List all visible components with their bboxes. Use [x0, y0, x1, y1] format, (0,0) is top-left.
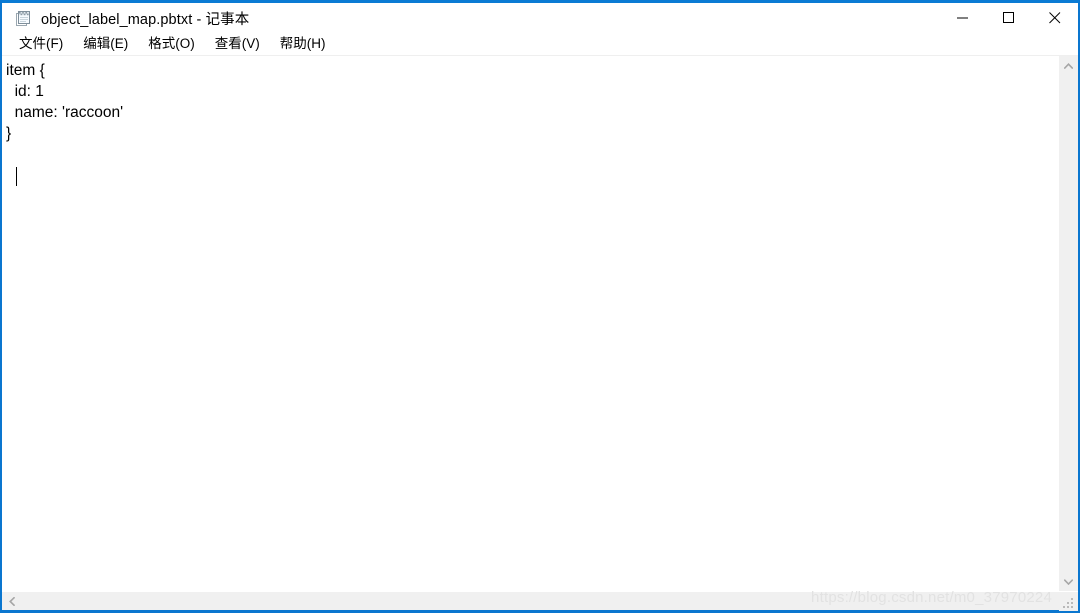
editor-line: } — [6, 125, 12, 142]
horizontal-scroll-track[interactable] — [21, 592, 1059, 611]
scroll-left-button[interactable] — [2, 592, 21, 611]
close-button[interactable] — [1032, 3, 1078, 33]
editor-row: item { id: 1 name: 'raccoon' } — [2, 56, 1078, 591]
title-bar[interactable]: object_label_map.pbtxt - 记事本 — [2, 3, 1078, 33]
menu-item-view[interactable]: 查看(V) — [208, 34, 267, 54]
vertical-scroll-track[interactable] — [1059, 75, 1078, 572]
menu-item-format[interactable]: 格式(O) — [141, 34, 202, 54]
maximize-icon — [1003, 12, 1014, 23]
menu-item-help[interactable]: 帮助(H) — [273, 34, 333, 54]
chevron-up-icon — [1064, 62, 1073, 69]
minimize-button[interactable] — [940, 3, 986, 33]
menu-bar: 文件(F) 编辑(E) 格式(O) 查看(V) 帮助(H) — [2, 33, 1078, 56]
minimize-icon — [957, 17, 968, 19]
menu-item-edit[interactable]: 编辑(E) — [76, 34, 135, 54]
horizontal-scrollbar-row — [2, 591, 1078, 611]
window-controls — [940, 3, 1078, 33]
notepad-icon — [15, 10, 32, 27]
vertical-scrollbar[interactable] — [1058, 56, 1078, 591]
scroll-up-button[interactable] — [1059, 56, 1078, 75]
window-title: object_label_map.pbtxt - 记事本 — [41, 11, 250, 28]
scroll-down-button[interactable] — [1059, 572, 1078, 591]
maximize-button[interactable] — [986, 3, 1032, 33]
text-editor[interactable]: item { id: 1 name: 'raccoon' } — [2, 56, 1058, 591]
horizontal-scrollbar[interactable] — [2, 591, 1059, 610]
editor-line: id: 1 — [6, 83, 44, 100]
menu-item-file[interactable]: 文件(F) — [12, 34, 70, 54]
resize-grip-icon[interactable] — [1059, 591, 1078, 611]
notepad-window: object_label_map.pbtxt - 记事本 文件(F) 编辑(E)… — [0, 0, 1080, 613]
text-caret — [16, 167, 17, 186]
editor-line: item { — [6, 62, 45, 79]
close-icon — [1049, 12, 1061, 24]
chevron-left-icon — [8, 596, 15, 606]
editor-region: item { id: 1 name: 'raccoon' } — [2, 56, 1078, 611]
chevron-down-icon — [1064, 578, 1073, 585]
editor-line: name: 'raccoon' — [6, 104, 124, 121]
